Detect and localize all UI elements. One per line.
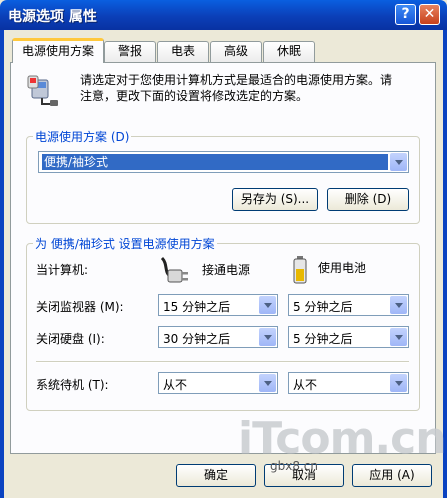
chevron-down-icon[interactable]: [259, 328, 276, 346]
scheme-settings-group-label: 为 便携/袖珍式 设置电源使用方案: [33, 235, 217, 252]
hard-disk-battery-select[interactable]: 5 分钟之后: [288, 326, 409, 348]
tab-power-schemes[interactable]: 电源使用方案: [12, 38, 104, 63]
power-plug-icon: [158, 254, 192, 288]
watermark-subtext: gbx8.cn: [270, 459, 318, 473]
on-battery-label: 使用电池: [318, 261, 367, 275]
chevron-down-icon[interactable]: [390, 328, 407, 346]
settings-divider: [36, 361, 409, 363]
apply-button[interactable]: 应用 (A): [352, 464, 432, 487]
turn-off-monitor-label: 关闭监视器 (M):: [36, 300, 124, 314]
chevron-down-icon[interactable]: [259, 296, 276, 314]
tab-advanced[interactable]: 高级: [210, 41, 262, 62]
hard-disk-plugged-value: 30 分钟之后: [163, 332, 231, 346]
monitor-battery-value: 5 分钟之后: [293, 300, 353, 314]
tab-alarms[interactable]: 警报: [104, 41, 156, 62]
power-scheme-select[interactable]: 便携/袖珍式: [38, 151, 409, 173]
chevron-down-icon[interactable]: [390, 296, 407, 314]
chevron-down-icon[interactable]: [390, 374, 407, 392]
window-frame-left: [0, 30, 4, 498]
monitor-battery-select[interactable]: 5 分钟之后: [288, 294, 409, 316]
system-standby-label: 系统待机 (T):: [36, 378, 109, 392]
hard-disk-battery-value: 5 分钟之后: [293, 332, 353, 346]
standby-plugged-value: 从不: [163, 378, 188, 392]
power-scheme-group-label: 电源使用方案 (D): [33, 128, 132, 145]
turn-off-hard-disk-label: 关闭硬盘 (I):: [36, 332, 105, 346]
plugged-in-label: 接通电源: [202, 263, 251, 277]
power-options-icon: [26, 72, 60, 108]
standby-battery-select[interactable]: 从不: [288, 372, 409, 394]
window-title: 电源选项 属性: [8, 9, 97, 25]
chevron-down-icon[interactable]: [390, 153, 407, 171]
chevron-down-icon[interactable]: [259, 374, 276, 392]
delete-button[interactable]: 删除 (D): [327, 188, 409, 211]
tab-hibernate[interactable]: 休眠: [263, 41, 315, 62]
intro-text-line1: 请选定对于您使用计算机方式是最适合的电源使用方案。请: [80, 73, 393, 87]
tab-power-meter[interactable]: 电表: [157, 41, 209, 62]
intro-text-line2: 注意，更改下面的设置将修改选定的方案。: [80, 89, 309, 103]
help-button[interactable]: ?: [395, 4, 416, 25]
when-computer-label: 当计算机:: [36, 263, 89, 277]
watermark: iTcom.cn: [238, 413, 447, 464]
save-as-button[interactable]: 另存为 (S)...: [232, 188, 318, 211]
monitor-plugged-select[interactable]: 15 分钟之后: [158, 294, 278, 316]
monitor-plugged-value: 15 分钟之后: [163, 300, 231, 314]
standby-plugged-select[interactable]: 从不: [158, 372, 278, 394]
power-scheme-value: 便携/袖珍式: [42, 154, 388, 170]
close-button[interactable]: ✕: [419, 4, 440, 25]
hard-disk-plugged-select[interactable]: 30 分钟之后: [158, 326, 278, 348]
standby-battery-value: 从不: [293, 378, 318, 392]
ok-button[interactable]: 确定: [176, 464, 256, 487]
battery-icon: [292, 255, 308, 285]
